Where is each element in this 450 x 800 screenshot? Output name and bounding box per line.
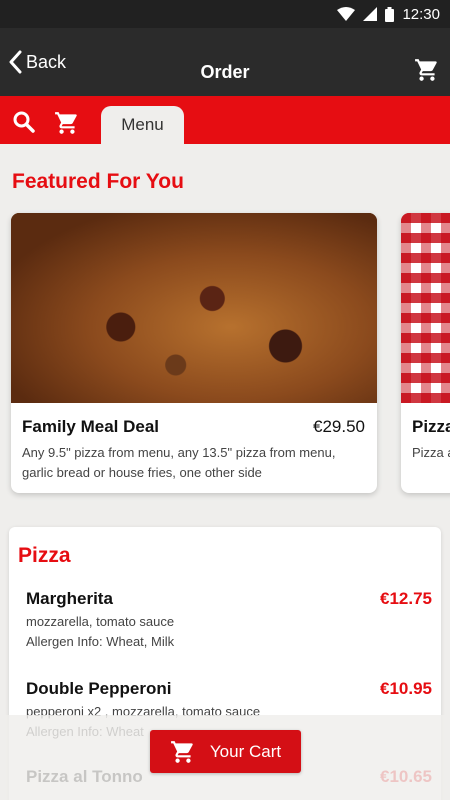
cart-icon (170, 740, 193, 763)
featured-card-name: Family Meal Deal (22, 417, 160, 436)
menu-item-price: €12.75 (380, 589, 432, 608)
menu-item-name: Margherita (26, 589, 113, 608)
menu-item[interactable]: Margherita €12.75 mozzarella, tomato sau… (26, 589, 432, 652)
menu-item-price: €10.65 (380, 767, 432, 786)
battery-icon (385, 6, 395, 22)
your-cart-button[interactable]: Your Cart (150, 730, 301, 773)
featured-card-description: Any 9.5" pizza from menu, any 13.5" pizz… (22, 445, 336, 480)
menu-item-price: €10.95 (380, 679, 432, 698)
back-label: Back (26, 51, 67, 72)
search-button[interactable] (12, 110, 36, 139)
menu-item-allergens: Allergen Info: Wheat, Milk (26, 634, 175, 649)
featured-card[interactable]: Pizza Pizza a (401, 213, 450, 493)
featured-card-price: €29.50 (313, 417, 365, 436)
section-title: Pizza (18, 544, 71, 567)
cart-icon (55, 112, 77, 134)
app-bar: Back Order (0, 28, 450, 96)
menu-item-description: pepperoni x2 , mozzarella, tomato sauce (26, 704, 261, 719)
status-bar: 12:30 (0, 0, 450, 28)
wifi-icon (337, 7, 356, 21)
search-icon (13, 111, 35, 133)
back-button[interactable]: Back (8, 50, 66, 74)
cell-signal-icon (363, 7, 378, 21)
status-time: 12:30 (402, 5, 440, 23)
featured-card-image (11, 213, 377, 403)
featured-card-description: Pizza a (412, 445, 450, 460)
menu-item-name: Double Pepperoni (26, 679, 172, 698)
cart-icon (415, 59, 437, 81)
your-cart-label: Your Cart (209, 741, 282, 761)
page-title: Order (200, 62, 250, 82)
featured-title: Featured For You (12, 170, 184, 193)
header-cart-button[interactable] (414, 57, 440, 88)
chevron-left-icon (9, 50, 22, 74)
menu-item-description: mozzarella, tomato sauce (26, 614, 175, 629)
featured-card-image (401, 213, 450, 403)
featured-card[interactable]: Family Meal Deal €29.50 Any 9.5" pizza f… (11, 213, 377, 493)
featured-card-name: Pizza (412, 417, 450, 436)
tool-bar: Menu (0, 96, 450, 144)
toolbar-cart-button[interactable] (54, 110, 80, 141)
tab-menu[interactable]: Menu (101, 106, 184, 144)
